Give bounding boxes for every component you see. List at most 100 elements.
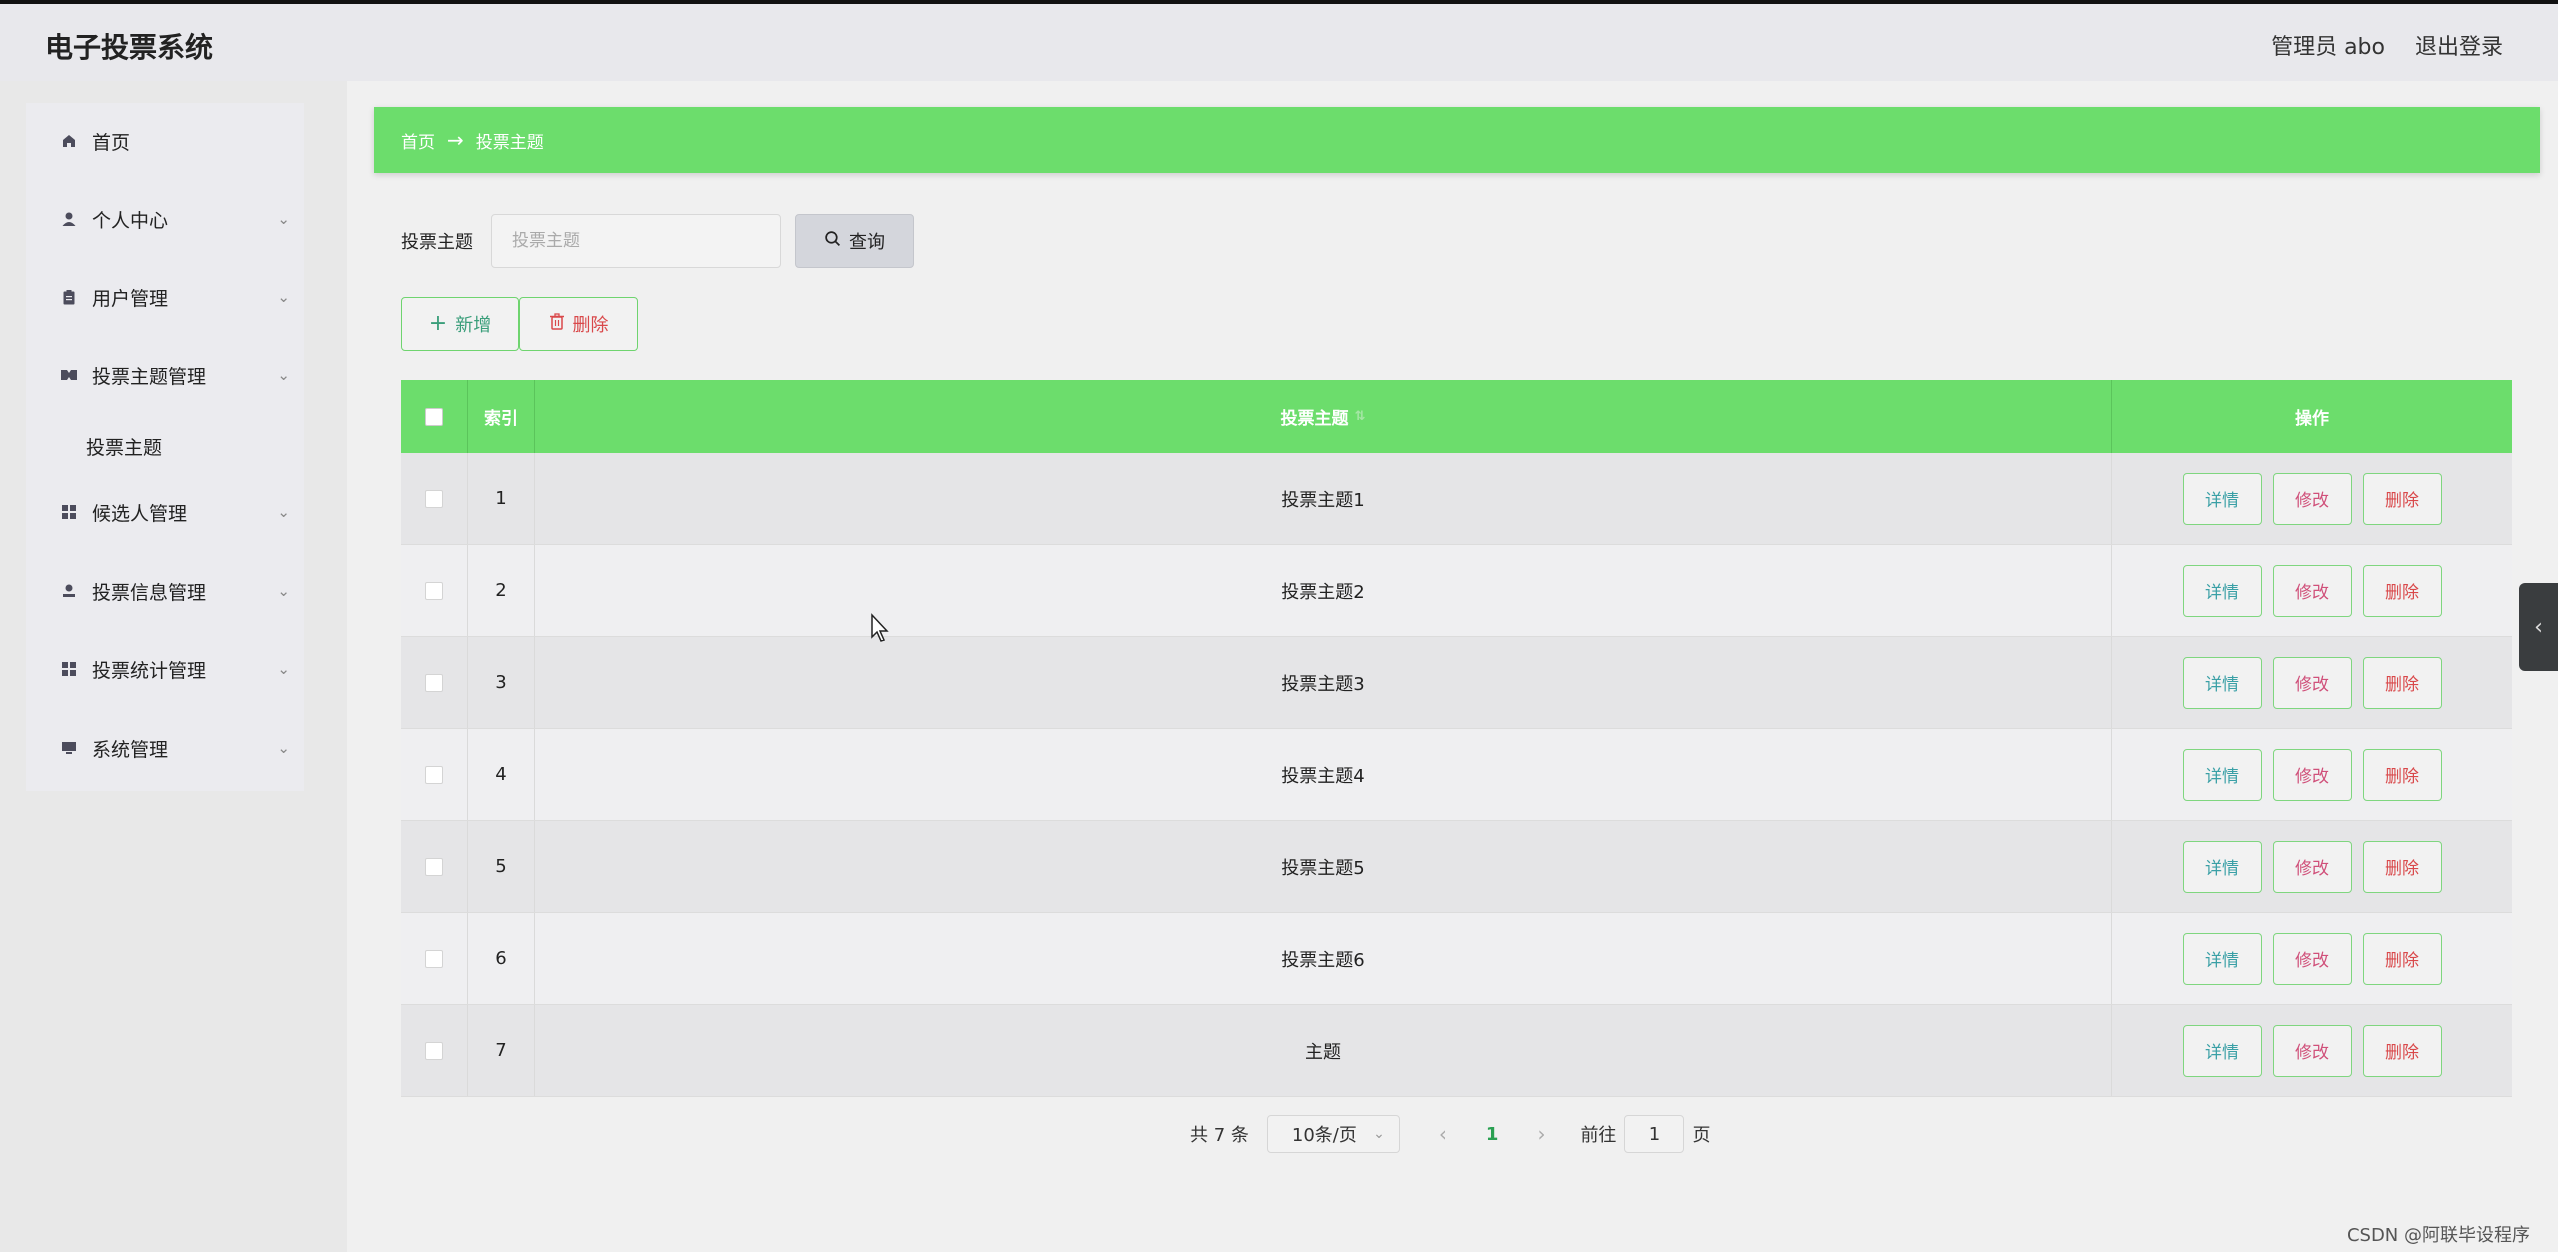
bulk-delete-button[interactable]: 删除 xyxy=(519,297,638,351)
user-icon xyxy=(59,209,79,229)
prev-page-icon[interactable]: ‹ xyxy=(1430,1122,1456,1146)
home-icon xyxy=(59,131,79,151)
chevron-left-icon: ‹ xyxy=(2534,614,2543,640)
edit-button[interactable]: 修改 xyxy=(2272,564,2352,617)
pagination: 共 7 条 10条/页 ⌄ ‹ 1 › 前往 页 xyxy=(1190,1114,1710,1154)
page-size-select[interactable]: 10条/页 ⌄ xyxy=(1266,1115,1400,1153)
table-row: 5 投票主题5 详情 修改 删除 xyxy=(401,821,2512,913)
row-actions: 详情 修改 删除 xyxy=(2112,729,2512,820)
row-checkbox[interactable] xyxy=(425,673,443,692)
row-actions: 详情 修改 删除 xyxy=(2112,821,2512,912)
add-button[interactable]: + 新增 xyxy=(401,297,519,351)
delete-button[interactable]: 删除 xyxy=(2362,472,2442,525)
edit-button[interactable]: 修改 xyxy=(2272,932,2352,985)
sidebar-item-label: 首页 xyxy=(92,131,131,154)
monitor-icon xyxy=(59,738,79,758)
chevron-down-icon: ⌄ xyxy=(277,210,290,228)
detail-button[interactable]: 详情 xyxy=(2182,1024,2262,1077)
app-title: 电子投票系统 xyxy=(45,31,214,64)
table-row: 2 投票主题2 详情 修改 删除 xyxy=(401,545,2512,637)
sort-icon[interactable]: ⇅ xyxy=(1355,409,1366,424)
row-topic: 投票主题5 xyxy=(535,821,2112,912)
header-topic[interactable]: 投票主题 ⇅ xyxy=(535,380,2112,453)
sidebar-item-label: 个人中心 xyxy=(92,209,169,232)
table-row: 3 投票主题3 详情 修改 删除 xyxy=(401,637,2512,729)
row-checkbox[interactable] xyxy=(425,489,443,508)
detail-button[interactable]: 详情 xyxy=(2182,932,2262,985)
logout-link[interactable]: 退出登录 xyxy=(2415,29,2503,61)
query-button[interactable]: 查询 xyxy=(795,214,914,268)
admin-user-label[interactable]: 管理员 abo xyxy=(2271,29,2385,61)
mouse-cursor-icon xyxy=(871,613,889,642)
detail-button[interactable]: 详情 xyxy=(2182,472,2262,525)
edit-button[interactable]: 修改 xyxy=(2272,840,2352,893)
page-size-value: 10条/页 xyxy=(1291,1125,1357,1146)
sidebar-item-label: 候选人管理 xyxy=(92,502,188,525)
breadcrumb-arrow-icon: → xyxy=(447,128,464,152)
row-checkbox[interactable] xyxy=(425,1041,443,1060)
sidebar-item-system-management[interactable]: 系统管理 ⌄ xyxy=(26,723,304,773)
row-check-cell xyxy=(401,453,468,544)
row-index: 7 xyxy=(468,1005,535,1096)
row-index: 2 xyxy=(468,545,535,636)
row-index: 5 xyxy=(468,821,535,912)
sidebar-item-label: 投票信息管理 xyxy=(92,581,207,604)
collapse-panel-button[interactable]: ‹ xyxy=(2519,583,2558,671)
row-check-cell xyxy=(401,821,468,912)
search-label: 投票主题 xyxy=(401,232,473,253)
row-topic: 投票主题1 xyxy=(535,453,2112,544)
sidebar-item-home[interactable]: 首页 xyxy=(26,116,304,166)
breadcrumb-home[interactable]: 首页 xyxy=(401,128,435,153)
edit-button[interactable]: 修改 xyxy=(2272,748,2352,801)
row-checkbox[interactable] xyxy=(425,857,443,876)
edit-button[interactable]: 修改 xyxy=(2272,656,2352,709)
row-topic: 投票主题4 xyxy=(535,729,2112,820)
search-icon xyxy=(824,230,841,252)
row-checkbox[interactable] xyxy=(425,581,443,600)
page-number[interactable]: 1 xyxy=(1486,1124,1499,1145)
sidebar-item-topic-management[interactable]: 投票主题管理 ⌄ xyxy=(26,350,304,400)
sidebar-item-user-management[interactable]: 用户管理 ⌄ xyxy=(26,272,304,322)
chevron-down-icon: ⌄ xyxy=(277,582,290,600)
chevron-down-icon: ⌄ xyxy=(277,660,290,678)
row-check-cell xyxy=(401,913,468,1004)
sidebar-subitem-topic[interactable]: 投票主题 xyxy=(86,433,162,460)
grid-icon xyxy=(59,659,79,679)
detail-button[interactable]: 详情 xyxy=(2182,564,2262,617)
pagination-total: 共 7 条 xyxy=(1190,1125,1249,1146)
delete-button[interactable]: 删除 xyxy=(2362,656,2442,709)
sidebar-item-vote-stats-management[interactable]: 投票统计管理 ⌄ xyxy=(26,644,304,694)
row-actions: 详情 修改 删除 xyxy=(2112,545,2512,636)
header-ops: 操作 xyxy=(2295,409,2329,429)
detail-button[interactable]: 详情 xyxy=(2182,656,2262,709)
row-checkbox[interactable] xyxy=(425,949,443,968)
row-check-cell xyxy=(401,729,468,820)
delete-button[interactable]: 删除 xyxy=(2362,932,2442,985)
next-page-icon[interactable]: › xyxy=(1528,1122,1554,1146)
ticket-icon xyxy=(59,365,79,385)
trash-icon xyxy=(549,313,565,335)
search-input[interactable] xyxy=(491,214,781,268)
delete-button[interactable]: 删除 xyxy=(2362,1024,2442,1077)
row-checkbox[interactable] xyxy=(425,765,443,784)
header-user-area: 管理员 abo 退出登录 xyxy=(2271,29,2503,61)
row-index: 1 xyxy=(468,453,535,544)
detail-button[interactable]: 详情 xyxy=(2182,840,2262,893)
sidebar-item-personal-center[interactable]: 个人中心 ⌄ xyxy=(26,194,304,244)
person-icon xyxy=(59,581,79,601)
watermark: CSDN @阿联毕设程序 xyxy=(2346,1225,2530,1246)
plus-icon: + xyxy=(428,311,448,336)
edit-button[interactable]: 修改 xyxy=(2272,472,2352,525)
detail-button[interactable]: 详情 xyxy=(2182,748,2262,801)
row-actions: 详情 修改 删除 xyxy=(2112,453,2512,544)
sidebar-item-candidate-management[interactable]: 候选人管理 ⌄ xyxy=(26,487,304,537)
sidebar-item-vote-info-management[interactable]: 投票信息管理 ⌄ xyxy=(26,566,304,616)
edit-button[interactable]: 修改 xyxy=(2272,1024,2352,1077)
goto-page-input[interactable] xyxy=(1624,1115,1685,1153)
delete-button[interactable]: 删除 xyxy=(2362,840,2442,893)
delete-button[interactable]: 删除 xyxy=(2362,748,2442,801)
breadcrumb: 首页 → 投票主题 xyxy=(374,107,2540,173)
delete-button[interactable]: 删除 xyxy=(2362,564,2442,617)
row-check-cell xyxy=(401,545,468,636)
select-all-checkbox[interactable] xyxy=(425,407,443,426)
